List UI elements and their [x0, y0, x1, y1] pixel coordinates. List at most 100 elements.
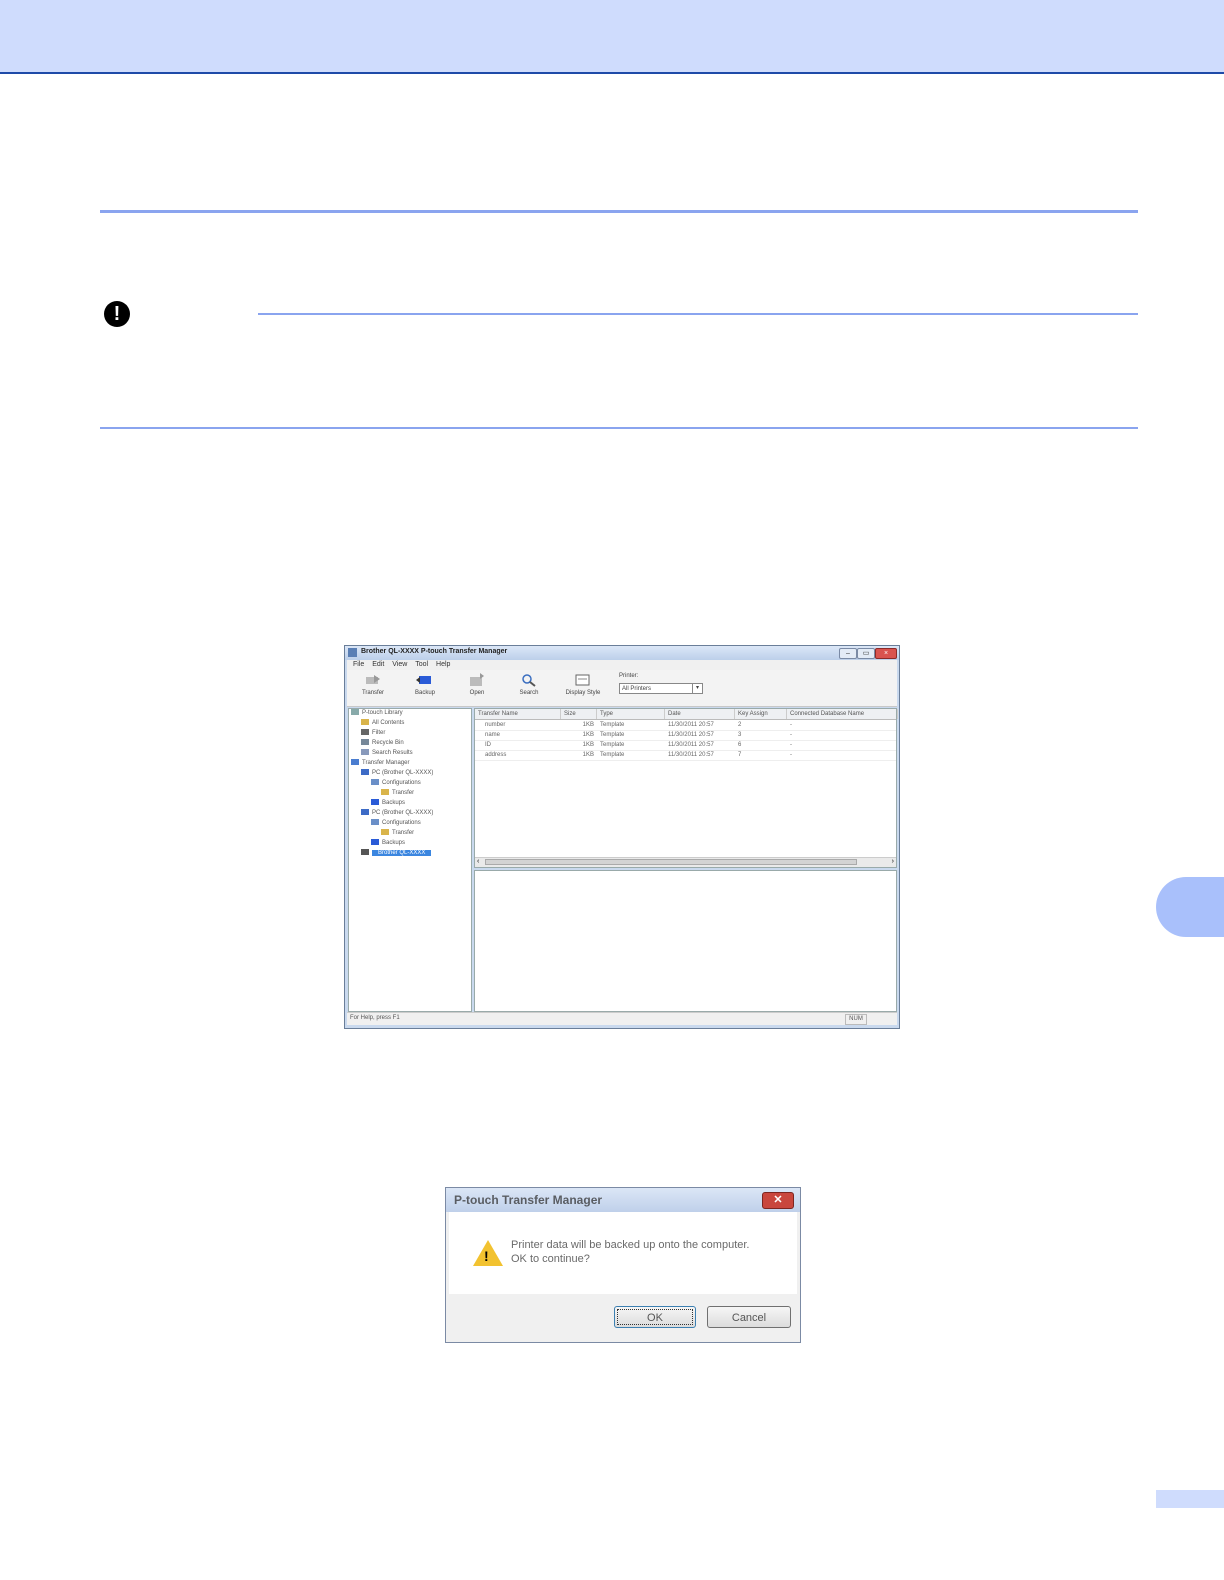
- filter-icon: [361, 729, 369, 736]
- cell-key-assign: 2: [738, 722, 742, 728]
- transfer-button[interactable]: Transfer: [355, 673, 391, 696]
- menu-edit[interactable]: Edit: [372, 660, 384, 670]
- window-title: Brother QL-XXXX P-touch Transfer Manager: [361, 648, 508, 655]
- tree-item-pc-2[interactable]: PC (Brother QL-XXXX): [361, 809, 433, 818]
- library-tree: P-touch Library All Contents Filter Recy…: [348, 708, 472, 1012]
- scroll-right-arrow[interactable]: ›: [892, 858, 894, 866]
- window-close-button[interactable]: ×: [875, 648, 897, 659]
- scrollbar-thumb[interactable]: [485, 859, 857, 865]
- cell-key-assign: 3: [738, 732, 742, 738]
- dialog-message-line2: OK to continue?: [511, 1253, 590, 1265]
- backup-icon: [416, 676, 431, 684]
- open-button[interactable]: Open: [459, 673, 495, 696]
- dialog-message-line1: Printer data will be backed up onto the …: [511, 1239, 750, 1251]
- col-size[interactable]: Size: [561, 709, 597, 719]
- cell-type: Template: [600, 742, 625, 748]
- library-icon: [351, 709, 359, 716]
- transfer-icon: [366, 675, 380, 684]
- cell-transfer-name: address: [485, 752, 507, 758]
- tree-item-configurations-1[interactable]: Configurations: [371, 779, 421, 788]
- cell-type: Template: [600, 722, 625, 728]
- dialog-title: P-touch Transfer Manager: [454, 1193, 603, 1207]
- header-band: [0, 0, 1224, 74]
- important-rule-bottom: [100, 427, 1138, 429]
- page-number-tab: [1156, 1490, 1224, 1508]
- dialog-body: ! Printer data will be backed up onto th…: [449, 1212, 797, 1294]
- col-date[interactable]: Date: [665, 709, 735, 719]
- cell-transfer-name: ID: [485, 742, 491, 748]
- dialog-close-button[interactable]: ✕: [762, 1192, 794, 1209]
- cell-date: 11/30/2011 20:57: [668, 732, 714, 738]
- window-title-bar: Brother QL-XXXX P-touch Transfer Manager…: [345, 646, 899, 660]
- tree-item-all-contents[interactable]: All Contents: [361, 719, 404, 728]
- printer-select-value: All Printers: [622, 686, 652, 692]
- status-text: For Help, press F1: [350, 1015, 400, 1021]
- col-transfer-name[interactable]: Transfer Name: [475, 709, 561, 719]
- dialog-message: Printer data will be backed up onto the …: [511, 1238, 781, 1266]
- transfer-manager-window: Brother QL-XXXX P-touch Transfer Manager…: [344, 645, 900, 1029]
- computer-icon: [361, 769, 369, 776]
- cell-date: 11/30/2011 20:57: [668, 752, 714, 758]
- search-button[interactable]: Search: [511, 673, 547, 696]
- tree-item-search-results[interactable]: Search Results: [361, 749, 413, 758]
- toolbar: Transfer Backup Open Search Display Styl…: [347, 670, 897, 707]
- cell-type: Template: [600, 752, 625, 758]
- backup-confirm-dialog: P-touch Transfer Manager ✕ ! Printer dat…: [445, 1187, 801, 1343]
- configurations-icon: [371, 779, 379, 786]
- search-icon: [361, 749, 369, 756]
- tree-item-filter[interactable]: Filter: [361, 729, 385, 738]
- tree-item-pc-1[interactable]: PC (Brother QL-XXXX): [361, 769, 433, 778]
- menu-view[interactable]: View: [392, 660, 407, 670]
- cell-date: 11/30/2011 20:57: [668, 742, 714, 748]
- cell-database-name: -: [790, 722, 792, 728]
- maximize-button[interactable]: ▭: [857, 648, 875, 659]
- preview-pane: [474, 870, 897, 1012]
- num-lock-indicator: NUM: [845, 1014, 867, 1025]
- menu-help[interactable]: Help: [436, 660, 450, 670]
- section-rule: [100, 210, 1138, 213]
- important-icon: !: [104, 301, 130, 327]
- tree-item-transfer-manager[interactable]: Transfer Manager: [351, 759, 409, 768]
- tree-item-backups-2[interactable]: Backups: [371, 839, 405, 848]
- menu-bar: File Edit View Tool Help: [347, 660, 897, 670]
- cell-size: 1KB: [582, 742, 594, 748]
- menu-tool[interactable]: Tool: [415, 660, 428, 670]
- cell-key-assign: 7: [738, 752, 742, 758]
- cell-database-name: -: [790, 742, 792, 748]
- col-type[interactable]: Type: [597, 709, 665, 719]
- minimize-button[interactable]: –: [839, 648, 857, 659]
- display-style-button[interactable]: Display Style: [561, 673, 605, 696]
- backup-button[interactable]: Backup: [407, 673, 443, 696]
- ok-button[interactable]: OK: [614, 1306, 696, 1328]
- transfer-list: Transfer Name Size Type Date Key Assign …: [474, 708, 898, 868]
- scroll-left-arrow[interactable]: ‹: [477, 858, 479, 866]
- cell-transfer-name: number: [485, 722, 506, 728]
- tree-item-recycle-bin[interactable]: Recycle Bin: [361, 739, 404, 748]
- tree-item-backups-1[interactable]: Backups: [371, 799, 405, 808]
- warning-icon-mark: !: [484, 1248, 489, 1264]
- backups-icon: [371, 839, 379, 846]
- cell-database-name: -: [790, 732, 792, 738]
- tree-item-library[interactable]: P-touch Library: [351, 709, 403, 718]
- horizontal-scrollbar[interactable]: ‹ ›: [475, 857, 896, 867]
- tree-item-transfer-1[interactable]: Transfer: [381, 789, 414, 798]
- folder-icon: [381, 789, 389, 796]
- tree-item-transfer-2[interactable]: Transfer: [381, 829, 414, 838]
- tree-item-configurations-2[interactable]: Configurations: [371, 819, 421, 828]
- col-database-name[interactable]: Connected Database Name: [787, 709, 898, 719]
- cancel-button[interactable]: Cancel: [707, 1306, 791, 1328]
- recycle-bin-icon: [361, 739, 369, 746]
- menu-file[interactable]: File: [353, 660, 364, 670]
- cell-key-assign: 6: [738, 742, 742, 748]
- col-key-assign[interactable]: Key Assign: [735, 709, 787, 719]
- status-bar: For Help, press F1 NUM: [347, 1012, 897, 1025]
- printer-label: Printer:: [619, 673, 639, 679]
- cell-size: 1KB: [582, 732, 594, 738]
- table-row[interactable]: address 1KB Template 11/30/2011 20:57 7 …: [475, 750, 896, 761]
- tree-item-printer[interactable]: Brother QL-XXXX: [361, 849, 432, 858]
- backups-icon: [371, 799, 379, 806]
- chevron-down-icon: ▾: [692, 684, 702, 693]
- cell-size: 1KB: [582, 752, 594, 758]
- printer-select[interactable]: All Printers ▾: [619, 683, 703, 694]
- printer-icon: [361, 849, 369, 856]
